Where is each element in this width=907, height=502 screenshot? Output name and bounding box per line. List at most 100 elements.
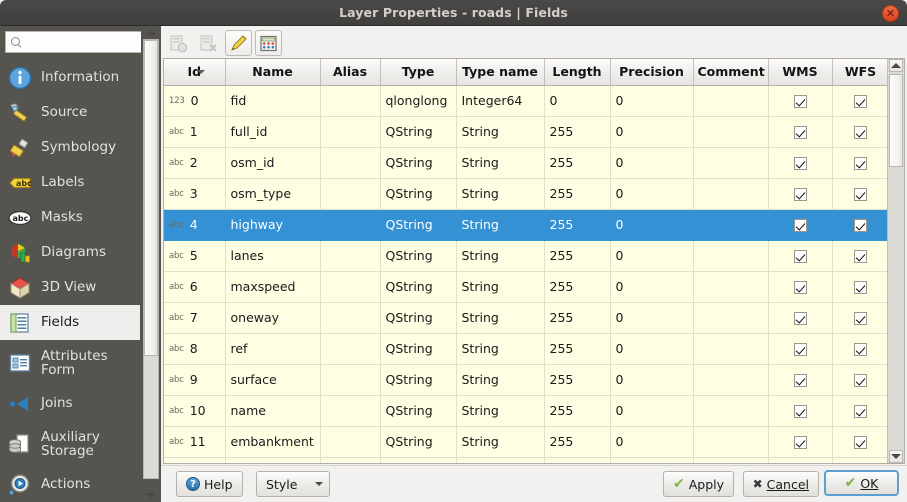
table-scroll-down-icon[interactable] xyxy=(889,450,903,463)
cell-id[interactable]: abc 10 xyxy=(164,395,226,427)
cell-type[interactable]: qlonglong xyxy=(380,85,457,117)
checkbox-checked-icon[interactable] xyxy=(854,157,867,170)
cell-precision[interactable]: 0 xyxy=(610,178,694,210)
cell-type[interactable]: QString xyxy=(380,395,457,427)
cell-id[interactable]: abc 9 xyxy=(164,364,226,396)
cell-comment[interactable] xyxy=(693,333,769,365)
cell-name[interactable]: maxweight xyxy=(225,457,321,463)
cell-wms[interactable] xyxy=(768,116,833,148)
checkbox-checked-icon[interactable] xyxy=(793,95,807,108)
cell-name[interactable]: oneway xyxy=(225,302,321,334)
table-row[interactable]: abc 8 ref QString String 255 0 xyxy=(164,333,890,365)
cell-comment[interactable] xyxy=(693,178,769,210)
cell-length[interactable]: 255 xyxy=(544,457,611,463)
cell-type-name[interactable]: String xyxy=(456,395,545,427)
cell-type[interactable]: QString xyxy=(380,426,457,458)
cell-alias[interactable] xyxy=(320,209,381,241)
cell-type[interactable]: QString xyxy=(380,271,457,303)
table-row[interactable]: abc 10 name QString String 255 0 xyxy=(164,395,890,427)
cell-id[interactable]: abc12 xyxy=(164,457,226,463)
column-header-wms[interactable]: WMS xyxy=(768,59,833,86)
search-input[interactable] xyxy=(25,33,145,51)
cell-alias[interactable] xyxy=(320,271,381,303)
cell-wfs[interactable] xyxy=(832,364,890,396)
checkbox-checked-icon[interactable] xyxy=(854,188,867,201)
checkbox-checked-icon[interactable] xyxy=(793,219,807,232)
sidebar-item-source[interactable]: Source xyxy=(0,95,140,130)
cell-alias[interactable] xyxy=(320,240,381,272)
toggle-editing-button[interactable] xyxy=(225,30,252,56)
cell-precision[interactable]: 0 xyxy=(610,302,694,334)
column-header-type[interactable]: Type xyxy=(380,59,457,86)
cell-id[interactable]: abc 2 xyxy=(164,147,226,179)
sidebar-item-joins[interactable]: Joins xyxy=(0,386,140,421)
cell-wfs[interactable] xyxy=(832,85,890,117)
cell-length[interactable]: 255 xyxy=(544,271,611,303)
sidebar-item-labels[interactable]: abc Labels xyxy=(0,165,140,200)
column-header-precision[interactable]: Precision xyxy=(610,59,694,86)
table-row[interactable]: abc12maxweight QStringString2550 xyxy=(164,457,890,463)
cell-precision[interactable]: 0 xyxy=(610,271,694,303)
cancel-button[interactable]: ✖ Cancel xyxy=(742,471,819,497)
cell-name[interactable]: fid xyxy=(225,85,321,117)
cell-type-name[interactable]: String xyxy=(456,333,545,365)
cell-alias[interactable] xyxy=(320,178,381,210)
cell-precision[interactable]: 0 xyxy=(610,240,694,272)
cell-name[interactable]: maxspeed xyxy=(225,271,321,303)
cell-wfs[interactable] xyxy=(832,395,890,427)
cell-id[interactable]: abc 4 xyxy=(164,209,226,241)
cell-id[interactable]: abc 3 xyxy=(164,178,226,210)
cell-type[interactable]: QString xyxy=(380,457,457,463)
cell-id[interactable]: abc 1 xyxy=(164,116,226,148)
cell-wfs[interactable] xyxy=(832,302,890,334)
sidebar-item-attributes-form[interactable]: Attributes Form xyxy=(0,340,140,386)
cell-wms[interactable] xyxy=(768,364,833,396)
cell-wms[interactable] xyxy=(768,209,833,241)
cell-length[interactable]: 255 xyxy=(544,395,611,427)
style-button[interactable]: Style xyxy=(256,471,331,497)
table-row[interactable]: abc 1 full_id QString String 255 0 xyxy=(164,116,890,148)
cell-wms[interactable] xyxy=(768,85,833,117)
checkbox-checked-icon[interactable] xyxy=(793,126,807,139)
field-calculator-button[interactable] xyxy=(255,30,282,56)
cell-wfs[interactable] xyxy=(832,147,890,179)
cell-name[interactable]: embankment xyxy=(225,426,321,458)
help-button[interactable]: ? Help xyxy=(176,471,243,497)
cell-name[interactable]: name xyxy=(225,395,321,427)
cell-id[interactable]: abc 8 xyxy=(164,333,226,365)
column-header-comment[interactable]: Comment xyxy=(693,59,769,86)
apply-button[interactable]: ✔ Apply xyxy=(662,471,734,497)
cell-type-name[interactable]: String xyxy=(456,271,545,303)
cell-id[interactable]: abc 11 xyxy=(164,426,226,458)
cell-comment[interactable] xyxy=(693,457,769,463)
checkbox-checked-icon[interactable] xyxy=(854,250,867,263)
table-row[interactable]: abc 7 oneway QString String 255 0 xyxy=(164,302,890,334)
sidebar-item-3d-view[interactable]: 3D View xyxy=(0,270,140,305)
checkbox-checked-icon[interactable] xyxy=(793,157,807,170)
cell-wfs[interactable] xyxy=(832,240,890,272)
sidebar-item-diagrams[interactable]: Diagrams xyxy=(0,235,140,270)
cell-comment[interactable] xyxy=(693,209,769,241)
column-header-wfs[interactable]: WFS xyxy=(832,59,890,86)
cell-type-name[interactable]: String xyxy=(456,209,545,241)
cell-wfs[interactable] xyxy=(832,178,890,210)
cell-name[interactable]: lanes xyxy=(225,240,321,272)
cell-type-name[interactable]: String xyxy=(456,240,545,272)
cell-wms[interactable] xyxy=(768,302,833,334)
checkbox-checked-icon[interactable] xyxy=(793,405,807,418)
cell-type-name[interactable]: String xyxy=(456,364,545,396)
cell-length[interactable]: 255 xyxy=(544,333,611,365)
sidebar-scroll-up-icon[interactable] xyxy=(144,26,158,39)
cell-comment[interactable] xyxy=(693,271,769,303)
new-field-button[interactable] xyxy=(165,30,192,56)
checkbox-checked-icon[interactable] xyxy=(793,343,807,356)
column-header-alias[interactable]: Alias xyxy=(320,59,381,86)
cell-length[interactable]: 255 xyxy=(544,302,611,334)
cell-wms[interactable] xyxy=(768,271,833,303)
checkbox-checked-icon[interactable] xyxy=(854,95,867,108)
table-scroll-up-icon[interactable] xyxy=(889,59,903,72)
cell-wfs[interactable] xyxy=(832,209,890,241)
cell-length[interactable]: 255 xyxy=(544,364,611,396)
cell-alias[interactable] xyxy=(320,147,381,179)
checkbox-checked-icon[interactable] xyxy=(793,188,807,201)
